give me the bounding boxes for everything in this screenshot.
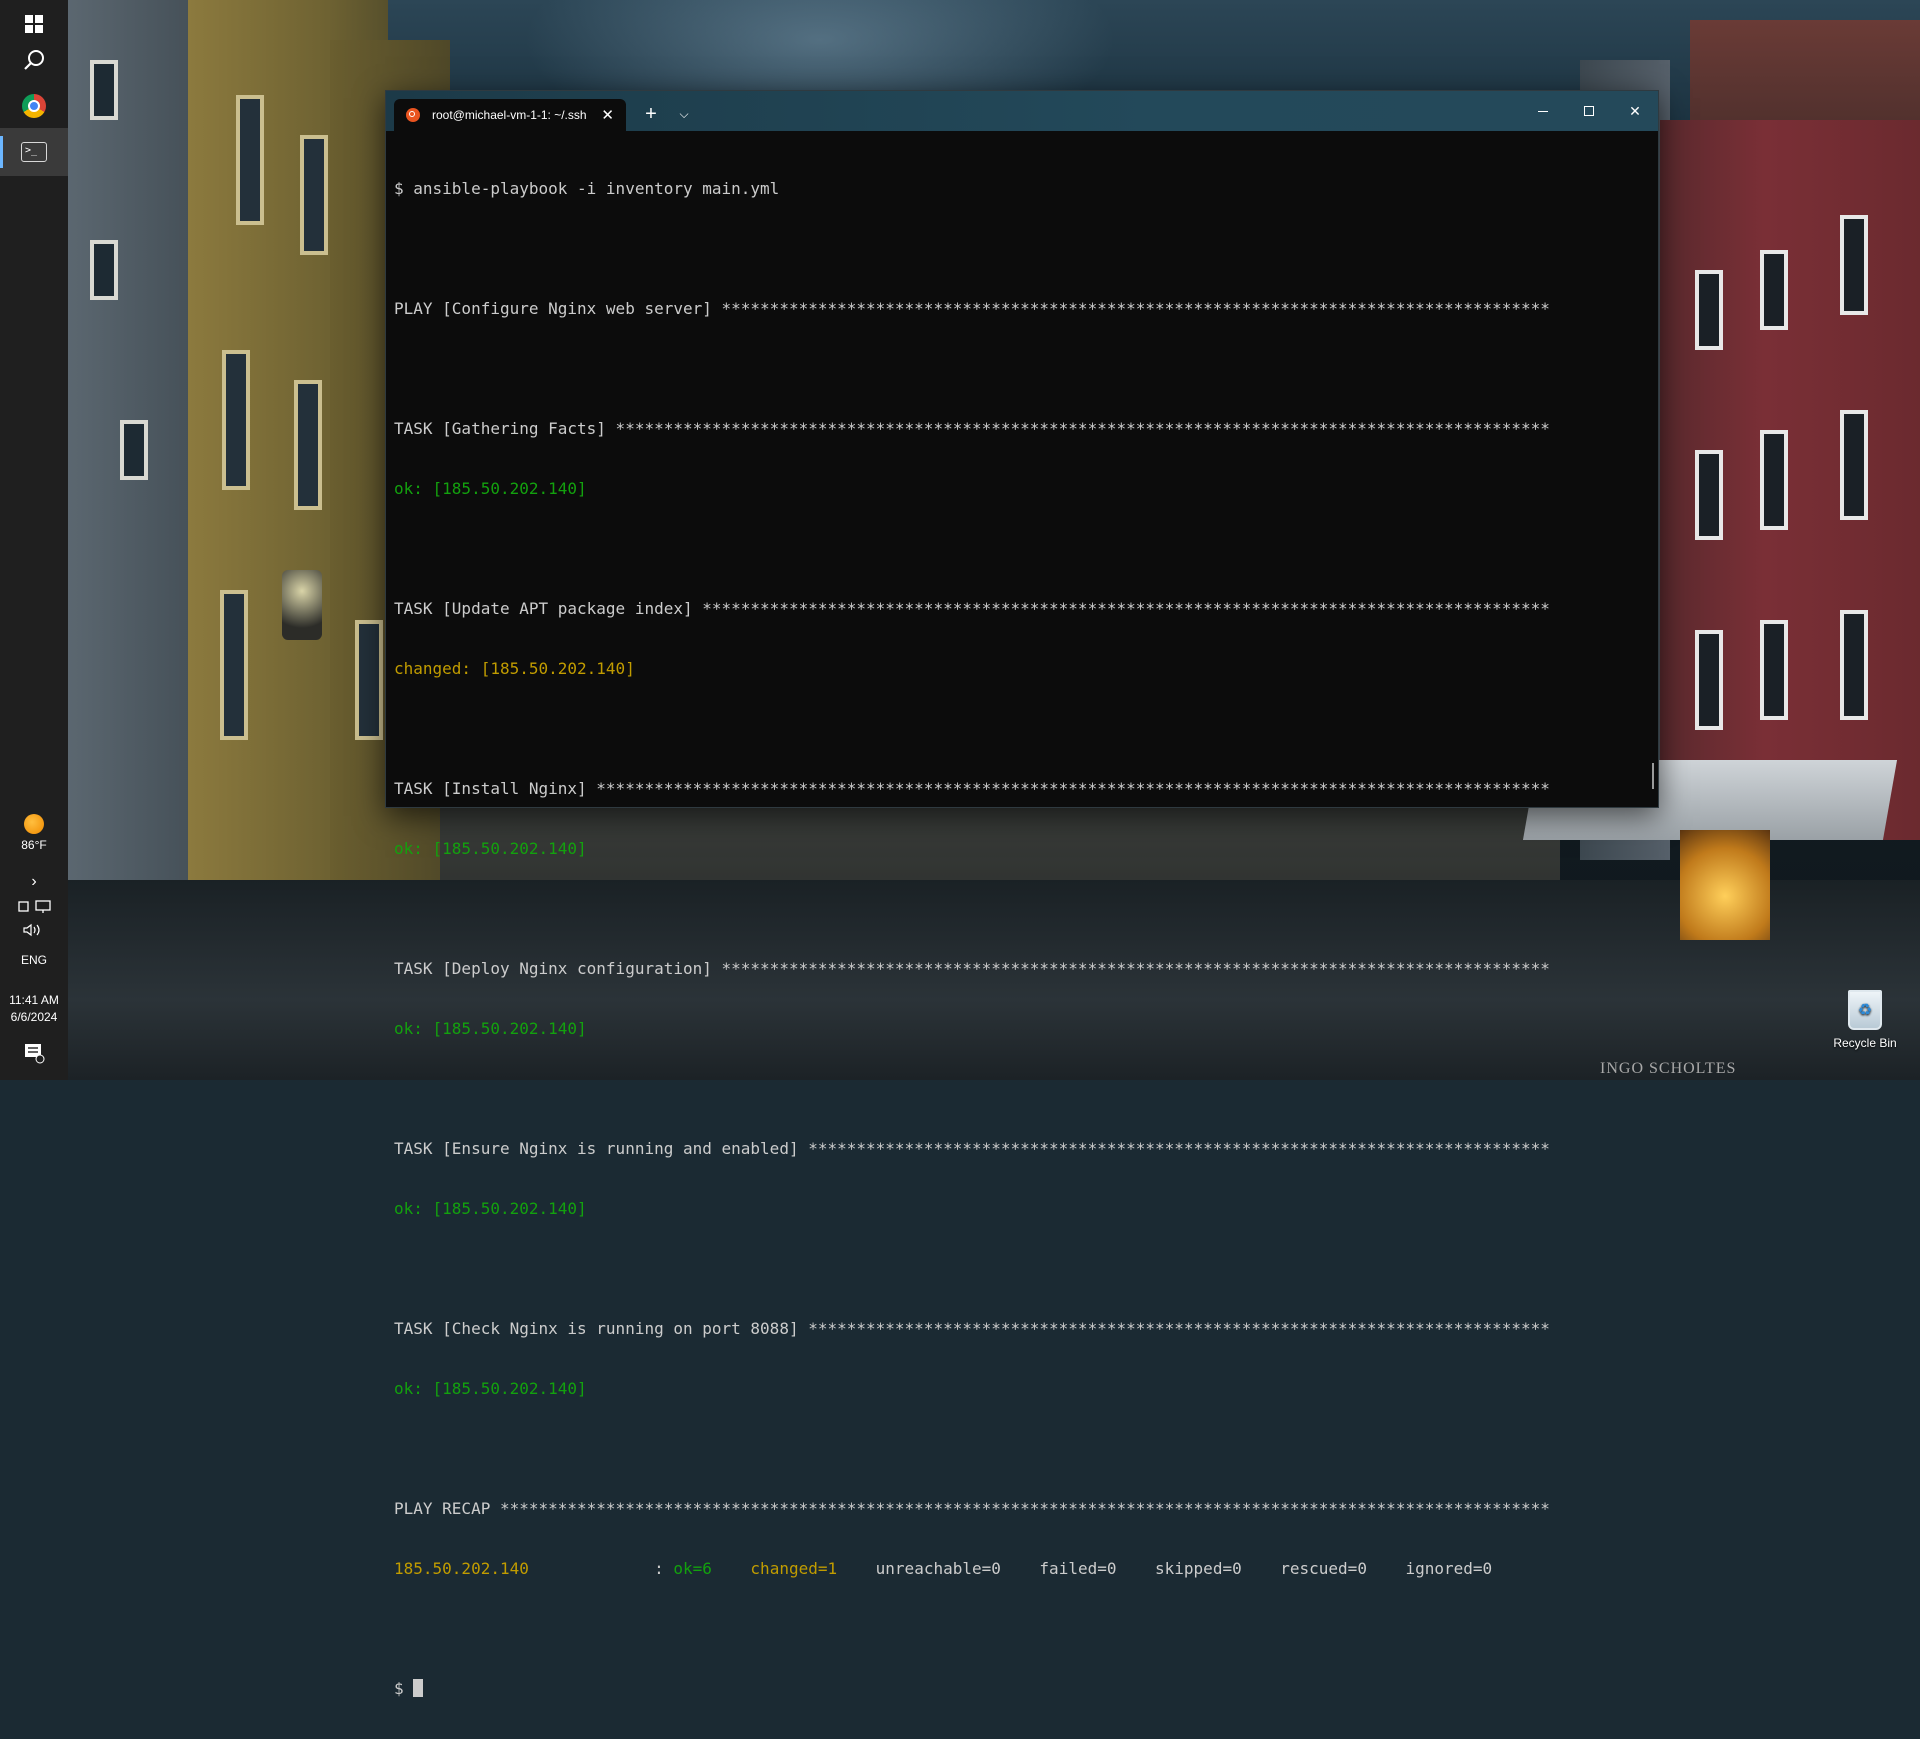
shell-prompt[interactable]: $ bbox=[394, 1679, 1638, 1699]
task-result-ok: ok: [185.50.202.140] bbox=[394, 479, 587, 498]
recap-header: PLAY RECAP *****************************… bbox=[394, 1499, 1550, 1518]
ubuntu-icon bbox=[406, 108, 420, 122]
minimize-icon bbox=[1538, 110, 1548, 112]
recap-row: 185.50.202.140 : ok=6 changed=1 unreacha… bbox=[394, 1559, 1638, 1579]
task-result-changed: changed: [185.50.202.140] bbox=[394, 659, 635, 678]
maximize-button[interactable] bbox=[1566, 91, 1612, 131]
wallpaper-window bbox=[1760, 250, 1788, 330]
network-display-icon[interactable] bbox=[14, 899, 54, 915]
play-header: PLAY [Configure Nginx web server] ******… bbox=[394, 299, 1550, 318]
clock-date[interactable]: 6/6/2024 bbox=[0, 1010, 68, 1024]
recycle-bin[interactable]: Recycle Bin bbox=[1820, 990, 1910, 1050]
chrome-taskbar-button[interactable] bbox=[0, 82, 68, 130]
task-result-ok: ok: [185.50.202.140] bbox=[394, 839, 587, 858]
tab-dropdown-chevron-down-icon[interactable]: ⌵ bbox=[670, 101, 698, 127]
tab-close-icon[interactable]: ✕ bbox=[601, 106, 614, 124]
task-header: TASK [Ensure Nginx is running and enable… bbox=[394, 1139, 1550, 1158]
wallpaper-window bbox=[1695, 630, 1723, 730]
weather-temp: 86°F bbox=[21, 838, 47, 852]
speaker-icon bbox=[23, 923, 40, 937]
wallpaper-window bbox=[1760, 430, 1788, 530]
recap-ignored: ignored=0 bbox=[1405, 1559, 1493, 1578]
recap-skipped: skipped=0 bbox=[1155, 1559, 1242, 1578]
terminal-tab[interactable]: root@michael-vm-1-1: ~/.ssh ✕ bbox=[394, 99, 626, 131]
clock-time[interactable]: 11:41 AM bbox=[0, 993, 68, 1007]
wallpaper-watermark: INGO SCHOLTES bbox=[1600, 1060, 1737, 1077]
weather-widget[interactable]: 86°F bbox=[0, 814, 68, 852]
wallpaper-window bbox=[1840, 215, 1868, 315]
scrollbar-thumb[interactable] bbox=[1652, 763, 1654, 789]
terminal-window: root@michael-vm-1-1: ~/.ssh ✕ + ⌵ ✕ $ an… bbox=[385, 90, 1659, 1698]
search-icon bbox=[24, 50, 44, 70]
terminal-icon: >_ bbox=[21, 142, 47, 162]
wallpaper-window bbox=[1695, 450, 1723, 540]
wallpaper-window bbox=[90, 60, 118, 120]
close-icon: ✕ bbox=[1629, 102, 1641, 119]
wallpaper-window bbox=[300, 135, 328, 255]
wallpaper-lamp bbox=[282, 570, 322, 640]
wallpaper-window bbox=[355, 620, 383, 740]
wallpaper-window bbox=[294, 380, 322, 510]
sun-icon bbox=[24, 814, 44, 834]
wallpaper-building bbox=[68, 0, 188, 1000]
prompt-symbol: $ bbox=[394, 1679, 414, 1698]
task-result-ok: ok: [185.50.202.140] bbox=[394, 1199, 587, 1218]
wallpaper-window bbox=[236, 95, 264, 225]
wallpaper-roof bbox=[1690, 20, 1920, 130]
task-header: TASK [Install Nginx] *******************… bbox=[394, 779, 1550, 798]
notification-center-button[interactable] bbox=[0, 1042, 68, 1067]
text-cursor bbox=[413, 1679, 424, 1697]
wallpaper-window bbox=[90, 240, 118, 300]
taskbar: >_ 86°F › ENG 11:41 AM 6/6/2024 bbox=[0, 0, 68, 1080]
wallpaper-window bbox=[1840, 410, 1868, 520]
title-bar[interactable]: root@michael-vm-1-1: ~/.ssh ✕ + ⌵ ✕ bbox=[386, 91, 1658, 131]
wallpaper-window bbox=[1760, 620, 1788, 720]
command-line: $ ansible-playbook -i inventory main.yml bbox=[394, 179, 780, 198]
windows-start-icon bbox=[25, 15, 43, 33]
wallpaper-window bbox=[1695, 270, 1723, 350]
tray-icons bbox=[0, 899, 68, 918]
wallpaper-window bbox=[120, 420, 148, 480]
task-result-ok: ok: [185.50.202.140] bbox=[394, 1019, 587, 1038]
recap-unreachable: unreachable=0 bbox=[875, 1559, 1001, 1578]
recap-rescued: rescued=0 bbox=[1280, 1559, 1367, 1578]
terminal-output[interactable]: $ ansible-playbook -i inventory main.yml… bbox=[394, 139, 1638, 1698]
minimize-button[interactable] bbox=[1520, 91, 1566, 131]
recap-separator: : bbox=[528, 1559, 674, 1578]
recap-changed: changed=1 bbox=[750, 1559, 838, 1578]
task-header: TASK [Gathering Facts] *****************… bbox=[394, 419, 1550, 438]
wallpaper-window bbox=[220, 590, 248, 740]
search-button[interactable] bbox=[0, 36, 68, 84]
task-header: TASK [Update APT package index] ********… bbox=[394, 599, 1550, 618]
maximize-icon bbox=[1584, 106, 1594, 116]
chrome-icon bbox=[22, 94, 46, 118]
task-header: TASK [Deploy Nginx configuration] ******… bbox=[394, 959, 1550, 978]
recycle-bin-label: Recycle Bin bbox=[1833, 1036, 1897, 1050]
language-indicator[interactable]: ENG bbox=[0, 953, 68, 967]
close-window-button[interactable]: ✕ bbox=[1612, 91, 1658, 131]
tab-title: root@michael-vm-1-1: ~/.ssh bbox=[432, 108, 587, 122]
terminal-taskbar-button[interactable]: >_ bbox=[0, 128, 68, 176]
task-header: TASK [Check Nginx is running on port 808… bbox=[394, 1319, 1550, 1338]
wallpaper-window bbox=[1840, 610, 1868, 720]
volume-button[interactable] bbox=[0, 922, 68, 941]
show-hidden-icons-chevron-icon[interactable]: › bbox=[0, 873, 68, 891]
recap-failed: failed=0 bbox=[1039, 1559, 1117, 1578]
wallpaper-shop-light bbox=[1680, 830, 1770, 940]
notification-icon bbox=[25, 1044, 45, 1064]
recycle-bin-icon bbox=[1848, 990, 1882, 1030]
wallpaper-window bbox=[222, 350, 250, 490]
recap-host: 185.50.202.140 bbox=[394, 1559, 529, 1578]
new-tab-plus-icon[interactable]: + bbox=[636, 101, 666, 127]
task-result-ok: ok: [185.50.202.140] bbox=[394, 1379, 587, 1398]
recap-ok: ok=6 bbox=[673, 1559, 712, 1578]
